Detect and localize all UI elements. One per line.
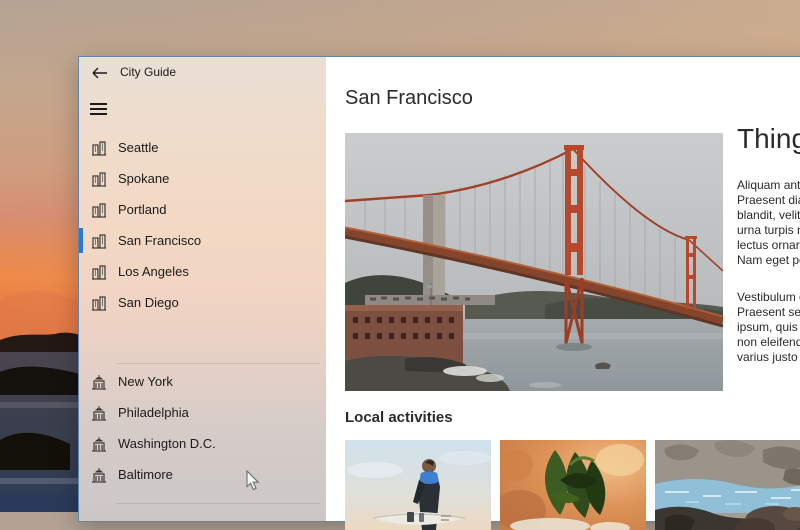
sidebar-item-label: Washington D.C. xyxy=(118,436,216,451)
city-buildings-icon xyxy=(91,202,107,218)
sidebar-item-new-york[interactable]: New York xyxy=(79,366,326,397)
city-buildings-icon xyxy=(91,140,107,156)
sidebar-item-label: Seattle xyxy=(118,140,158,155)
sidebar-item-baltimore[interactable]: Baltimore xyxy=(79,459,326,490)
sidebar-item-label: Los Angeles xyxy=(118,264,189,279)
back-arrow-icon xyxy=(92,67,108,79)
page-title: San Francisco xyxy=(345,87,473,110)
things-paragraph-1: Aliquam ante Praesent diam blandit, veli… xyxy=(737,178,800,268)
capitol-building-icon xyxy=(91,405,107,421)
city-guide-window: City Guide Seattle Spokane xyxy=(78,56,800,522)
selected-item-indicator xyxy=(79,228,83,253)
sidebar-item-san-francisco[interactable]: San Francisco xyxy=(79,225,326,256)
capitol-building-icon xyxy=(91,436,107,452)
sidebar-item-washington-dc[interactable]: Washington D.C. xyxy=(79,428,326,459)
hero-image xyxy=(345,133,723,391)
sidebar-separator xyxy=(116,503,320,504)
sidebar-item-label: Spokane xyxy=(118,171,169,186)
mouse-cursor xyxy=(246,470,260,491)
capitol-building-icon xyxy=(91,374,107,390)
sidebar-item-label: Baltimore xyxy=(118,467,173,482)
sidebar-item-portland[interactable]: Portland xyxy=(79,194,326,225)
sidebar-separator xyxy=(116,363,320,364)
sidebar-item-spokane[interactable]: Spokane xyxy=(79,163,326,194)
main-content: San Francisco xyxy=(326,57,800,521)
city-buildings-icon xyxy=(91,264,107,280)
city-buildings-icon xyxy=(91,233,107,249)
hamburger-menu-button[interactable] xyxy=(87,95,119,123)
city-buildings-icon xyxy=(91,295,107,311)
local-activities-row xyxy=(345,440,800,530)
city-buildings-icon xyxy=(91,171,107,187)
sidebar-item-label: Portland xyxy=(118,202,166,217)
section-heading: Things to do xyxy=(737,123,800,155)
seals-on-rocks-photo xyxy=(655,440,800,530)
sidebar-item-san-diego[interactable]: San Diego xyxy=(79,287,326,318)
sidebar-item-seattle[interactable]: Seattle xyxy=(79,132,326,163)
sidebar-item-philadelphia[interactable]: Philadelphia xyxy=(79,397,326,428)
activity-thumb-food[interactable] xyxy=(500,440,646,530)
sidebar-item-label: Philadelphia xyxy=(118,405,189,420)
activity-thumb-surfing[interactable] xyxy=(345,440,491,530)
nav-group-gap xyxy=(79,318,326,366)
navigation-pane: City Guide Seattle Spokane xyxy=(79,57,326,521)
city-nav-list: Seattle Spokane Portland xyxy=(79,132,326,504)
sidebar-item-los-angeles[interactable]: Los Angeles xyxy=(79,256,326,287)
app-title: City Guide xyxy=(120,65,176,79)
food-photo xyxy=(500,440,646,530)
screen: { "window": { "title": "City Guide", "ba… xyxy=(0,0,800,512)
local-activities-heading: Local activities xyxy=(345,409,453,426)
capitol-building-icon xyxy=(91,467,107,483)
back-button[interactable] xyxy=(87,61,113,85)
things-paragraph-2: Vestibulum e Praesent sem ipsum, quis n … xyxy=(737,290,800,365)
activity-thumb-seals[interactable] xyxy=(655,440,800,530)
golden-gate-bridge-photo xyxy=(345,133,723,391)
sidebar-item-label: San Francisco xyxy=(118,233,201,248)
sidebar-item-label: New York xyxy=(118,374,173,389)
window-titlebar[interactable]: City Guide xyxy=(79,57,326,89)
sidebar-item-label: San Diego xyxy=(118,295,179,310)
surfer-photo xyxy=(345,440,491,530)
